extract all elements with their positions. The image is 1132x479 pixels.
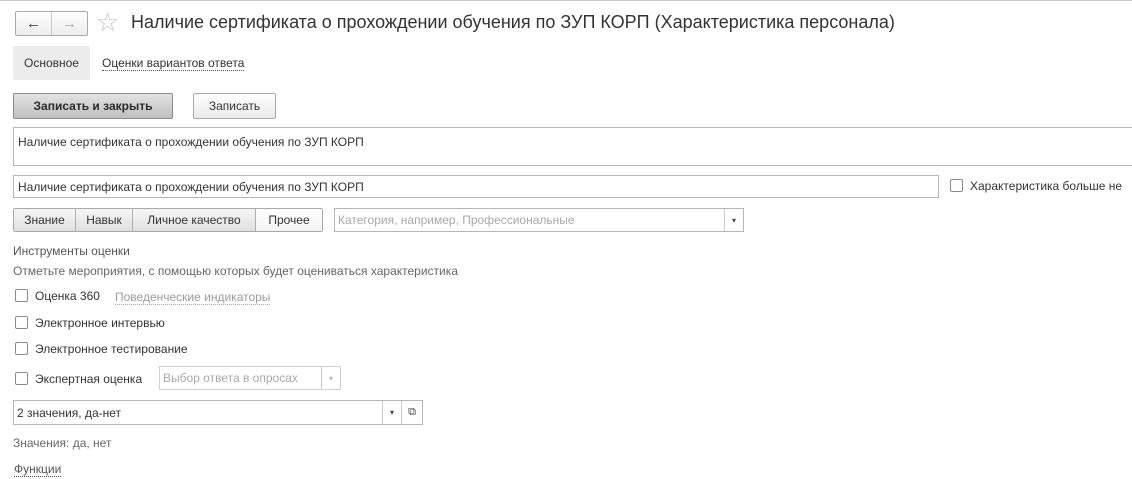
answer-type-value: 2 значения, да-нет: [17, 405, 122, 420]
kind-skill-button[interactable]: Навык: [76, 209, 133, 231]
kind-selector: Знание Навык Личное качество Прочее: [13, 208, 323, 232]
full-name-textarea[interactable]: Наличие сертификата о прохождении обучен…: [13, 127, 1132, 166]
arrow-left-icon: ←: [26, 15, 41, 32]
tab-answer-ratings[interactable]: Оценки вариантов ответа: [102, 56, 245, 71]
obsolete-checkbox[interactable]: [950, 179, 963, 192]
top-border: [0, 0, 1132, 1]
testing-label: Электронное тестирование: [35, 342, 188, 356]
interview-label: Электронное интервью: [35, 316, 165, 330]
assessment-hint: Отметьте мероприятия, с помощью которых …: [13, 264, 458, 278]
chevron-down-icon[interactable]: ▾: [321, 367, 340, 389]
chevron-down-icon[interactable]: ▾: [382, 401, 401, 424]
category-select[interactable]: Категория, например, Профессиональные ▾: [334, 208, 744, 232]
save-and-close-button[interactable]: Записать и закрыть: [13, 93, 173, 119]
testing-checkbox[interactable]: [15, 342, 28, 355]
answer-type-select[interactable]: 2 значения, да-нет ▾ ⧉: [13, 400, 423, 425]
category-placeholder: Категория, например, Профессиональные: [338, 213, 575, 227]
page-title: Наличие сертификата о прохождении обучен…: [131, 12, 895, 32]
kind-other-button[interactable]: Прочее: [256, 209, 322, 231]
save-button[interactable]: Записать: [193, 93, 276, 119]
obsolete-label: Характеристика больше не: [970, 179, 1123, 193]
values-text: Значения: да, нет: [13, 436, 112, 450]
kind-personal-quality-button[interactable]: Личное качество: [133, 209, 256, 231]
tab-main[interactable]: Основное: [13, 46, 90, 80]
interview-checkbox[interactable]: [15, 316, 28, 329]
assessment-section-title: Инструменты оценки: [13, 244, 130, 258]
expert-checkbox[interactable]: [15, 372, 28, 385]
expert-answer-placeholder: Выбор ответа в опросах: [163, 371, 298, 385]
behavior-indicators-link[interactable]: Поведенческие индикаторы: [115, 290, 271, 305]
chevron-down-icon[interactable]: ▾: [724, 209, 743, 231]
nav-buttons: ← →: [15, 11, 88, 36]
functions-link[interactable]: Функции: [14, 462, 62, 477]
expert-answer-select[interactable]: Выбор ответа в опросах ▾: [159, 366, 341, 390]
kind-knowledge-button[interactable]: Знание: [14, 209, 76, 231]
eval360-checkbox[interactable]: [15, 289, 28, 302]
back-button[interactable]: ←: [16, 12, 51, 35]
name-input[interactable]: Наличие сертификата о прохождении обучен…: [13, 175, 939, 198]
forward-button[interactable]: →: [51, 12, 87, 35]
eval360-label: Оценка 360: [35, 289, 100, 303]
arrow-right-icon: →: [62, 15, 77, 32]
star-icon[interactable]: ☆: [96, 8, 119, 36]
expert-label: Экспертная оценка: [35, 372, 143, 386]
open-icon[interactable]: ⧉: [401, 401, 422, 424]
